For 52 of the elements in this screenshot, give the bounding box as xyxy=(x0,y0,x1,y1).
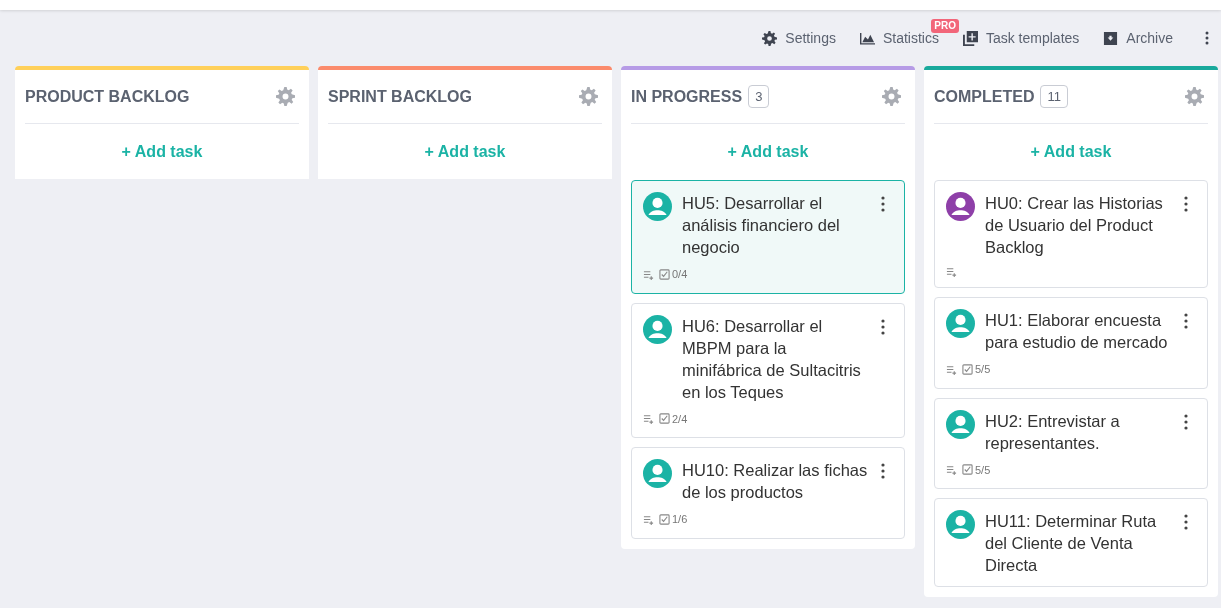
area-chart-icon xyxy=(859,30,875,46)
checklist-count: 0/4 xyxy=(672,267,688,282)
checklist-count: 1/6 xyxy=(672,512,688,527)
task-card[interactable]: HU2: Entrevistar a representantes. 5/5 xyxy=(934,397,1208,489)
task-count: 3 xyxy=(748,84,770,109)
task-card[interactable]: HU5: Desarrollar el análisis financiero del negocio 0/4 xyxy=(631,180,905,294)
column-title: PRODUCT BACKLOG xyxy=(25,86,190,107)
task-title: HU0: Crear las Historias de Usuario del Product Backlog xyxy=(985,193,1164,258)
more-icon[interactable] xyxy=(1184,313,1188,329)
task-card[interactable]: HU1: Elaborar encuesta para estudio de mercado 5/5 xyxy=(934,297,1208,389)
task-card[interactable]: HU6: Desarrollar el MBPM para la minifábrica de Sultacitris en los Teques 2/4 xyxy=(631,302,905,438)
gear-icon xyxy=(762,30,778,46)
checklist-count: 2/4 xyxy=(672,411,688,427)
task-title: HU5: Desarrollar el análisis financiero del negocio xyxy=(682,193,841,258)
more-icon[interactable] xyxy=(881,318,885,335)
add-copy-icon xyxy=(962,30,978,46)
description-icon xyxy=(643,268,654,280)
more-icon[interactable] xyxy=(1184,413,1188,430)
toolbar-button[interactable]: Task templates xyxy=(962,27,1080,49)
pro-badge: PRO xyxy=(931,18,959,33)
description-icon xyxy=(946,464,957,476)
description-icon xyxy=(946,266,957,277)
task-card[interactable]: HU10: Realizar las fichas de los productos 1/6 xyxy=(631,447,905,539)
checklist-count: 5/5 xyxy=(975,462,991,478)
task-title: HU11: Determinar Ruta del Cliente de Venta Directa xyxy=(985,511,1158,576)
task-title: HU6: Desarrollar el MBPM para la minifábrica de Sultacitris en los Teques xyxy=(682,315,862,403)
checkbox-icon xyxy=(962,464,973,476)
task-title: HU1: Elaborar encuesta para estudio de mercado xyxy=(985,310,1169,353)
more-icon[interactable] xyxy=(881,196,885,212)
task-title: HU10: Realizar las fichas de los productos xyxy=(682,460,869,503)
description-icon xyxy=(643,513,654,525)
toolbar-button[interactable]: Settings xyxy=(762,27,836,49)
column-title: SPRINT BACKLOG xyxy=(328,86,472,107)
column-title: COMPLETED xyxy=(934,86,1035,107)
archive-box-icon xyxy=(1103,30,1119,46)
description-icon xyxy=(643,413,654,425)
task-title: HU2: Entrevistar a representantes. xyxy=(985,410,1121,454)
checkbox-icon xyxy=(659,268,670,280)
description-icon xyxy=(946,363,957,375)
checkbox-icon xyxy=(659,413,670,425)
task-count: 11 xyxy=(1040,84,1068,109)
more-icon[interactable] xyxy=(1184,514,1188,530)
more-icon[interactable] xyxy=(1205,31,1209,45)
toolbar-button[interactable]: Archive xyxy=(1103,27,1173,49)
task-card[interactable]: HU0: Crear las Historias de Usuario del Product Backlog xyxy=(934,180,1208,288)
checkbox-icon xyxy=(659,513,670,525)
checklist-count: 5/5 xyxy=(975,362,991,377)
checkbox-icon xyxy=(962,363,973,375)
column-title: IN PROGRESS xyxy=(631,86,743,107)
task-card[interactable]: HU11: Determinar Ruta del Cliente de Venta Directa xyxy=(934,498,1208,587)
more-icon[interactable] xyxy=(1184,196,1188,212)
more-icon[interactable] xyxy=(881,463,885,479)
